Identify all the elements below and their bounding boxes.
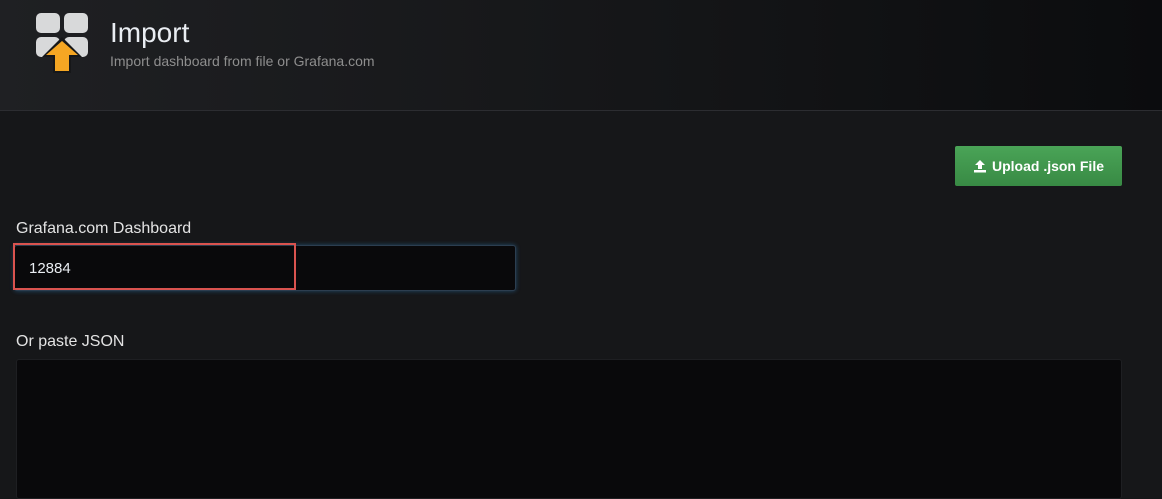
page-header: Import Import dashboard from file or Gra… bbox=[0, 0, 1162, 111]
upload-icon bbox=[973, 160, 986, 173]
grafana-com-dashboard-input[interactable] bbox=[15, 246, 515, 290]
grafana-com-input-container bbox=[14, 245, 516, 291]
paste-json-textarea[interactable] bbox=[16, 359, 1122, 499]
grafana-com-label: Grafana.com Dashboard bbox=[16, 220, 192, 237]
paste-json-label: Or paste JSON bbox=[16, 333, 125, 350]
dashboard-import-icon bbox=[36, 13, 88, 73]
page-title: Import bbox=[110, 17, 190, 48]
upload-button-label: Upload .json File bbox=[991, 158, 1104, 174]
upload-json-button[interactable]: Upload .json File bbox=[955, 146, 1122, 186]
page-subtitle: Import dashboard from file or Grafana.co… bbox=[110, 53, 375, 69]
